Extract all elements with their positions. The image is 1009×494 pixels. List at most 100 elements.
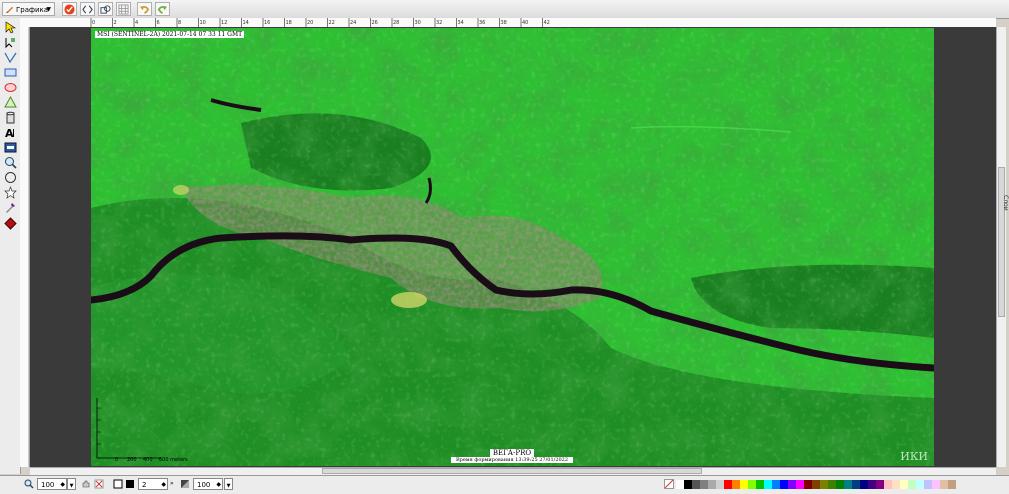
ellipse-icon[interactable]: [4, 81, 17, 94]
chevron-down-icon: ▼: [69, 483, 74, 489]
color-swatch[interactable]: [860, 480, 868, 489]
delete-icon[interactable]: [94, 479, 104, 489]
color-swatch[interactable]: [692, 480, 700, 489]
undo-button[interactable]: [137, 2, 152, 16]
acquisition-stamp: MSI (SENTINEL-2A) 2021-07-14 07 33 11 GM…: [95, 31, 245, 38]
ruler-label: 14: [243, 20, 249, 26]
color-swatch[interactable]: [684, 480, 692, 489]
ruler-horizontal-ticks: 0 2 4 6 8 10 12 14 16 18 20 22 24 26 28 30 32 34 36 38 40 42: [90, 18, 550, 27]
no-color-icon[interactable]: [664, 479, 674, 489]
opacity-dropdown-button[interactable]: ▼: [224, 478, 233, 490]
zoom-dropdown-button[interactable]: ▼: [67, 478, 76, 490]
ruler-label: 42: [544, 20, 550, 26]
vega-logo: ВЕГА-PRO: [489, 449, 535, 457]
grid-button[interactable]: [116, 2, 131, 16]
code-button[interactable]: [80, 2, 95, 16]
ruler-label: 12: [221, 20, 227, 26]
color-swatch[interactable]: [940, 480, 948, 489]
color-swatch[interactable]: [900, 480, 908, 489]
line-width-select[interactable]: 2 ◆: [138, 478, 168, 490]
shapes-icon: [100, 5, 111, 14]
graphics-menu-button[interactable]: Графика ▼: [2, 2, 55, 16]
color-swatch[interactable]: [772, 480, 780, 489]
fill-color-icon[interactable]: [125, 479, 135, 489]
star-icon[interactable]: [4, 186, 17, 199]
color-swatch[interactable]: [844, 480, 852, 489]
color-swatch[interactable]: [876, 480, 884, 489]
horizontal-scrollbar[interactable]: [30, 467, 996, 475]
color-swatch[interactable]: [868, 480, 876, 489]
color-swatch[interactable]: [820, 480, 828, 489]
ruler-label: 38: [501, 20, 507, 26]
scale-tick-400: 400: [143, 457, 153, 463]
bezier-icon[interactable]: [4, 51, 17, 64]
color-swatch[interactable]: [748, 480, 756, 489]
text-icon[interactable]: A: [4, 126, 17, 139]
color-swatch[interactable]: [892, 480, 900, 489]
color-swatch[interactable]: [732, 480, 740, 489]
color-swatch[interactable]: [836, 480, 844, 489]
zoom-icon: [24, 479, 34, 489]
line-width-value: 2: [142, 481, 147, 489]
opacity-select[interactable]: 100 ◆: [193, 478, 223, 490]
color-swatch[interactable]: [740, 480, 748, 489]
ruler-label: 2: [114, 20, 117, 26]
color-swatch[interactable]: [676, 480, 684, 489]
triangle-icon[interactable]: [4, 96, 17, 109]
color-swatch[interactable]: [932, 480, 940, 489]
color-swatch[interactable]: [716, 480, 724, 489]
color-swatch[interactable]: [780, 480, 788, 489]
hand-icon[interactable]: [81, 479, 91, 489]
color-swatch[interactable]: [756, 480, 764, 489]
ruler-label: 26: [372, 20, 378, 26]
image-icon[interactable]: [4, 141, 17, 154]
left-toolbox: A: [0, 18, 21, 474]
color-swatch[interactable]: [804, 480, 812, 489]
ruler-label: 6: [157, 20, 160, 26]
color-swatch[interactable]: [700, 480, 708, 489]
ruler-label: 28: [393, 20, 399, 26]
color-swatch[interactable]: [708, 480, 716, 489]
scale-tick-0: 0: [115, 457, 119, 463]
color-swatch[interactable]: [852, 480, 860, 489]
zoom-select[interactable]: 100 ◆: [37, 478, 67, 490]
circle-icon[interactable]: [4, 171, 17, 184]
color-swatch[interactable]: [796, 480, 804, 489]
spinner-icon: ◆: [161, 481, 166, 488]
redo-button[interactable]: [155, 2, 170, 16]
ruler-label: 40: [522, 20, 528, 26]
color-swatch[interactable]: [812, 480, 820, 489]
color-swatch[interactable]: [884, 480, 892, 489]
horizontal-scroll-thumb[interactable]: [322, 468, 702, 474]
checkmark-button[interactable]: [62, 2, 77, 16]
stroke-box-icon[interactable]: [113, 479, 123, 489]
node-edit-icon[interactable]: [4, 36, 17, 49]
scale-tick-200: 200: [127, 457, 137, 463]
pen-icon: [5, 6, 14, 14]
zoom-icon[interactable]: [4, 156, 17, 169]
rectangle-icon[interactable]: [4, 66, 17, 79]
color-swatch[interactable]: [828, 480, 836, 489]
color-diamond-icon[interactable]: [4, 217, 17, 230]
dropper-icon[interactable]: [4, 201, 17, 214]
color-swatch[interactable]: [788, 480, 796, 489]
ruler-label: 36: [479, 20, 485, 26]
cylinder-icon[interactable]: [4, 111, 17, 124]
color-swatch[interactable]: [908, 480, 916, 489]
color-palette: [676, 480, 956, 489]
satellite-map-graphic: [91, 28, 934, 466]
shapes-button[interactable]: [98, 2, 113, 16]
spinner-icon: ◆: [60, 481, 65, 488]
vertical-scrollbar[interactable]: [996, 27, 1006, 467]
double-arrow-icon: »: [170, 480, 174, 487]
layers-side-tab[interactable]: Слои: [1000, 195, 1009, 235]
color-swatch[interactable]: [724, 480, 732, 489]
iki-logo: ИКИ: [900, 450, 928, 463]
color-swatch[interactable]: [916, 480, 924, 489]
ruler-label: 0: [92, 20, 95, 26]
color-swatch[interactable]: [764, 480, 772, 489]
color-swatch[interactable]: [924, 480, 932, 489]
select-arrow-icon[interactable]: [4, 21, 17, 34]
color-swatch[interactable]: [948, 480, 956, 489]
vertical-scroll-thumb[interactable]: [998, 167, 1005, 317]
